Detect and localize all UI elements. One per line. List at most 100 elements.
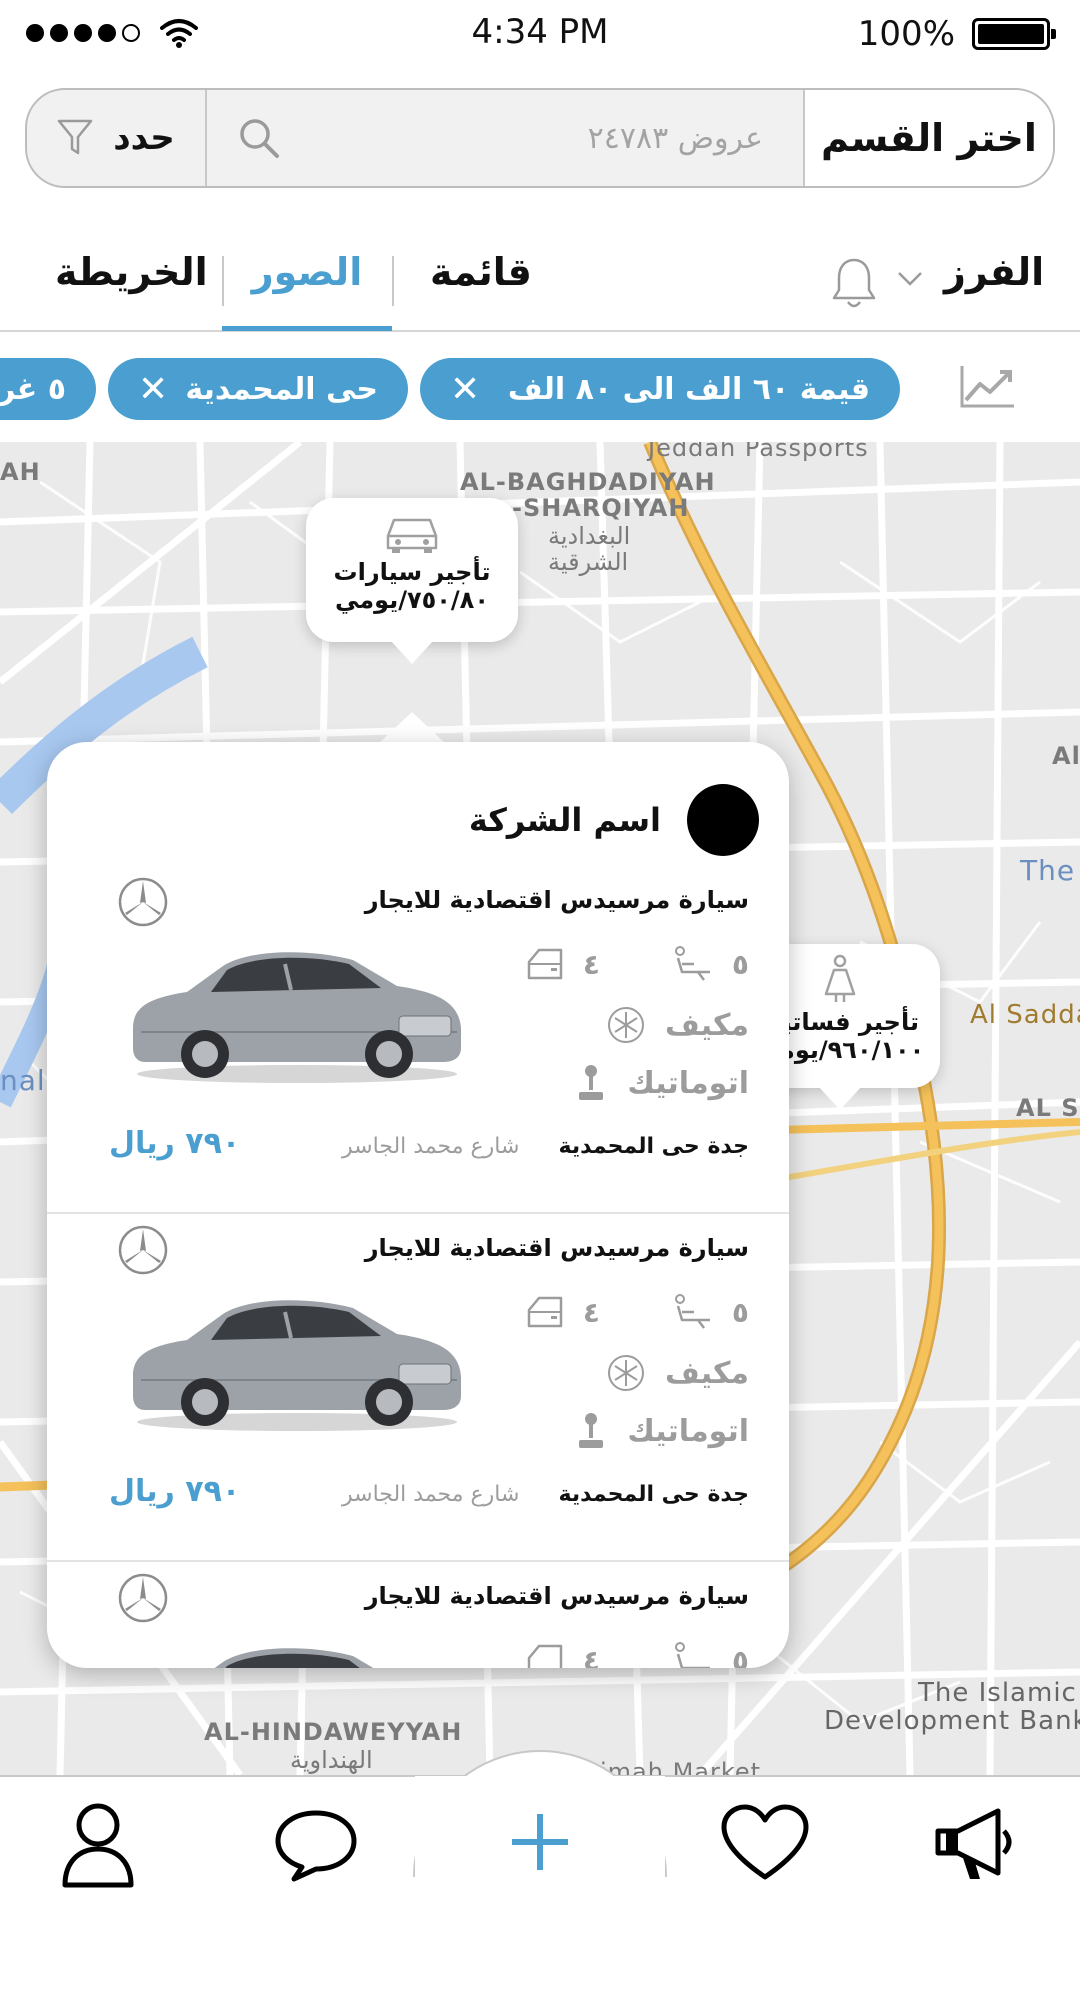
doors-count: ٤ [582, 947, 600, 981]
listing-ac: مكيف [607, 1006, 749, 1044]
listing-item[interactable]: سيارة مرسيدس اقتصادية للايجار ٥ ٤ [47, 1560, 789, 1668]
map-label-poi: nal [0, 1064, 46, 1097]
listing-street: شارع محمد الجاسر [342, 1134, 520, 1159]
mercedes-logo-icon [118, 1225, 168, 1275]
map-label-district: -SHARQIYAH [512, 494, 690, 522]
map-label-district-ar: الهنداوية [290, 1746, 373, 1774]
chip-label: حى المحمدية [185, 371, 378, 407]
snowflake-icon [608, 1355, 644, 1391]
listing-transmission: اتوماتيك [575, 1412, 749, 1450]
tab-map[interactable]: الخريطة [55, 250, 208, 294]
chat-icon[interactable] [272, 1807, 360, 1883]
search-input[interactable] [281, 119, 773, 157]
map-label-district: AL-HINDAWEYYAH [204, 1718, 463, 1746]
tab-photos[interactable]: الصور [222, 250, 392, 294]
map-label-poi: The [1020, 854, 1076, 887]
card-pointer [378, 712, 446, 744]
ac-label: مكيف [665, 1007, 749, 1043]
doors-count: ٤ [582, 1643, 600, 1669]
map-label-district-ar: الشرقية [548, 548, 629, 576]
mercedes-logo-icon [118, 1573, 168, 1623]
battery-percent: 100% [857, 14, 955, 54]
trend-chart-icon[interactable] [958, 362, 1018, 412]
seat-icon [674, 1294, 710, 1329]
listing-ac: مكيف [607, 1354, 749, 1392]
listing-capacity: ٥ ٤ [527, 1642, 749, 1668]
search-field[interactable] [207, 90, 803, 186]
seat-icon [674, 1642, 710, 1668]
map-label-district: AL S [1016, 1094, 1080, 1122]
car-door-icon [527, 1644, 563, 1668]
map-label-edge: Al [1052, 742, 1080, 770]
chip-label: قيمة ٦٠ الف الى ٨٠ الف [507, 371, 870, 407]
ac-label: مكيف [665, 1355, 749, 1391]
status-bar: 4:34 PM 100% [0, 0, 1080, 66]
snowflake-icon [608, 1007, 644, 1043]
pin-title: تأجير سيارات [333, 558, 491, 586]
map-label-edge: AH [0, 458, 41, 486]
listing-capacity: ٥ ٤ [527, 946, 749, 982]
seats-count: ٥ [731, 1643, 749, 1669]
pin-price: ٧٥٠/٨٠/يومي [335, 586, 489, 614]
listing-transmission: اتوماتيك [575, 1064, 749, 1102]
listing-item[interactable]: سيارة مرسيدس اقتصادية للايجار ٥ ٤ [47, 866, 789, 1216]
megaphone-icon[interactable] [932, 1807, 1018, 1883]
company-listings-card: اسم الشركة سيارة مرسيدس اقتصادية للايجار… [47, 742, 789, 1668]
listing-location: جدة حى المحمدية [558, 1482, 749, 1507]
battery-icon [972, 18, 1056, 50]
active-filters: ٥ غرف حى المحمدية ✕ قيمة ٦٠ الف الى ٨٠ ا… [0, 334, 1080, 442]
listing-location: جدة حى المحمدية [558, 1134, 749, 1159]
filter-chip-price[interactable]: قيمة ٦٠ الف الى ٨٠ الف ✕ [420, 358, 900, 420]
active-tab-indicator [222, 326, 392, 331]
chevron-down-icon[interactable] [896, 270, 924, 288]
dress-icon [824, 954, 856, 1002]
filter-chip-district[interactable]: حى المحمدية ✕ [108, 358, 408, 420]
map-label-poi: Development Bank [824, 1706, 1080, 1736]
listing-price: ٧٩٠ ريال [109, 1126, 241, 1161]
map-label-poi: imah Market [600, 1758, 762, 1775]
listing-title: سيارة مرسيدس اقتصادية للايجار [364, 1234, 749, 1262]
transmission-label: اتوماتيك [627, 1413, 749, 1449]
view-tabs: الخريطة الصور قائمة الفرز [0, 232, 1080, 332]
avatar[interactable] [687, 784, 759, 856]
add-icon[interactable] [508, 1810, 572, 1874]
close-icon[interactable]: ✕ [138, 369, 168, 410]
listing-title: سيارة مرسيدس اقتصادية للايجار [364, 886, 749, 914]
sort-dropdown[interactable]: الفرز [944, 250, 1044, 294]
search-bar: حدد اختر القسم [25, 88, 1055, 188]
mercedes-logo-icon [118, 877, 168, 927]
filter-chip-rooms[interactable]: ٥ غرف [0, 358, 96, 420]
car-door-icon [527, 1296, 563, 1328]
listing-price: ٧٩٠ ريال [109, 1474, 241, 1509]
listing-street: شارع محمد الجاسر [342, 1482, 520, 1507]
seat-icon [674, 946, 710, 981]
gear-stick-icon [579, 1413, 604, 1448]
profile-icon[interactable] [60, 1801, 136, 1891]
company-name[interactable]: اسم الشركة [469, 801, 661, 839]
transmission-label: اتوماتيك [627, 1065, 749, 1101]
car-icon [386, 518, 438, 553]
tab-list[interactable]: قائمة [430, 250, 532, 294]
map-pin-car-rental[interactable]: تأجير سيارات ٧٥٠/٨٠/يومي [306, 498, 518, 664]
filter-button[interactable]: حدد [27, 90, 207, 186]
listing-capacity: ٥ ٤ [527, 1294, 749, 1330]
listing-item[interactable]: سيارة مرسيدس اقتصادية للايجار ٥ ٤ [47, 1212, 789, 1562]
listing-title: سيارة مرسيدس اقتصادية للايجار [364, 1582, 749, 1610]
close-icon[interactable]: ✕ [450, 369, 480, 410]
doors-count: ٤ [582, 1295, 600, 1329]
map-label-poi: The Islamic [918, 1678, 1077, 1708]
search-icon [240, 119, 279, 158]
seats-count: ٥ [731, 1295, 749, 1329]
company-header[interactable]: اسم الشركة [469, 784, 759, 856]
seats-count: ٥ [731, 947, 749, 981]
bell-icon[interactable] [830, 256, 878, 312]
map-label-district-ar: البغدادية [548, 522, 631, 550]
car-door-icon [527, 948, 563, 980]
map-label-district: AL-BAGHDADIYAH [460, 468, 716, 496]
favorites-icon[interactable] [720, 1803, 810, 1883]
section-select[interactable]: اختر القسم [803, 90, 1053, 186]
gear-stick-icon [579, 1065, 604, 1100]
car-image [133, 952, 461, 1083]
filter-icon [57, 119, 93, 155]
map-label-road: Al Sadda [970, 1000, 1080, 1030]
